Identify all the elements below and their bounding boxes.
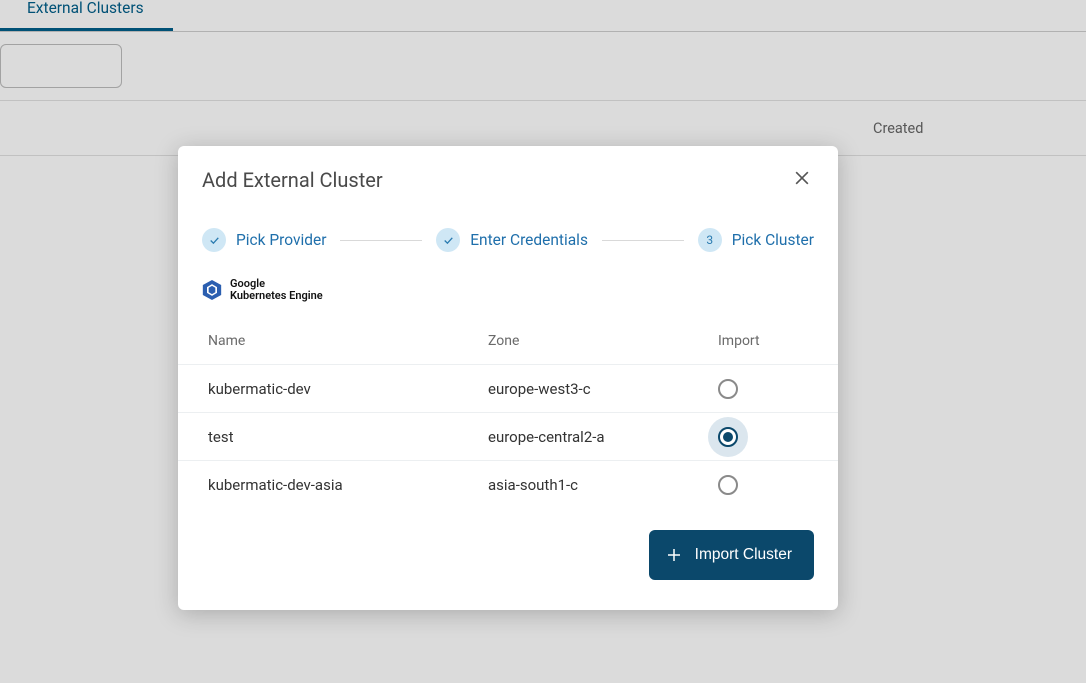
table-row[interactable]: kubermatic-dev europe-west3-c [178, 364, 838, 412]
step-label: Pick Provider [236, 231, 326, 249]
import-radio[interactable] [718, 427, 738, 447]
add-external-cluster-dialog: Add External Cluster Pick Provider [178, 146, 838, 610]
column-header-import: Import [718, 333, 808, 349]
step-label: Enter Credentials [470, 231, 588, 249]
step-done-icon [202, 228, 226, 252]
provider-name-line2: Kubernetes Engine [230, 290, 323, 302]
cluster-name: kubermatic-dev-asia [208, 476, 488, 494]
dialog-title: Add External Cluster [202, 168, 383, 192]
gke-hexagon-icon [202, 279, 222, 301]
import-radio[interactable] [718, 379, 738, 399]
table-header-row: Name Zone Import [178, 318, 838, 364]
table-row[interactable]: test europe-central2-a [178, 412, 838, 460]
step-pick-provider: Pick Provider [202, 228, 326, 252]
step-connector [340, 240, 422, 241]
step-done-icon [436, 228, 460, 252]
plus-icon [665, 546, 683, 564]
cluster-zone: asia-south1-c [488, 476, 718, 494]
provider-logo: Google Kubernetes Engine [178, 272, 838, 318]
import-radio[interactable] [718, 475, 738, 495]
cluster-zone: europe-central2-a [488, 428, 718, 446]
close-icon[interactable] [792, 168, 812, 192]
import-cluster-button[interactable]: Import Cluster [649, 530, 814, 580]
step-label: Pick Cluster [732, 231, 814, 249]
step-number-badge: 3 [698, 228, 722, 252]
column-header-name: Name [208, 333, 488, 349]
column-header-zone: Zone [488, 333, 718, 349]
table-row[interactable]: kubermatic-dev-asia asia-south1-c [178, 460, 838, 508]
step-connector [602, 240, 684, 241]
step-enter-credentials: Enter Credentials [436, 228, 588, 252]
stepper: Pick Provider Enter Credentials 3 Pick C… [178, 200, 838, 272]
cluster-name: kubermatic-dev [208, 380, 488, 398]
provider-name: Google Kubernetes Engine [230, 278, 323, 302]
step-pick-cluster: 3 Pick Cluster [698, 228, 814, 252]
cluster-table: Name Zone Import kubermatic-dev europe-w… [178, 318, 838, 508]
cluster-zone: europe-west3-c [488, 380, 718, 398]
import-button-label: Import Cluster [695, 546, 792, 564]
radio-ripple [708, 417, 748, 457]
cluster-name: test [208, 428, 488, 446]
